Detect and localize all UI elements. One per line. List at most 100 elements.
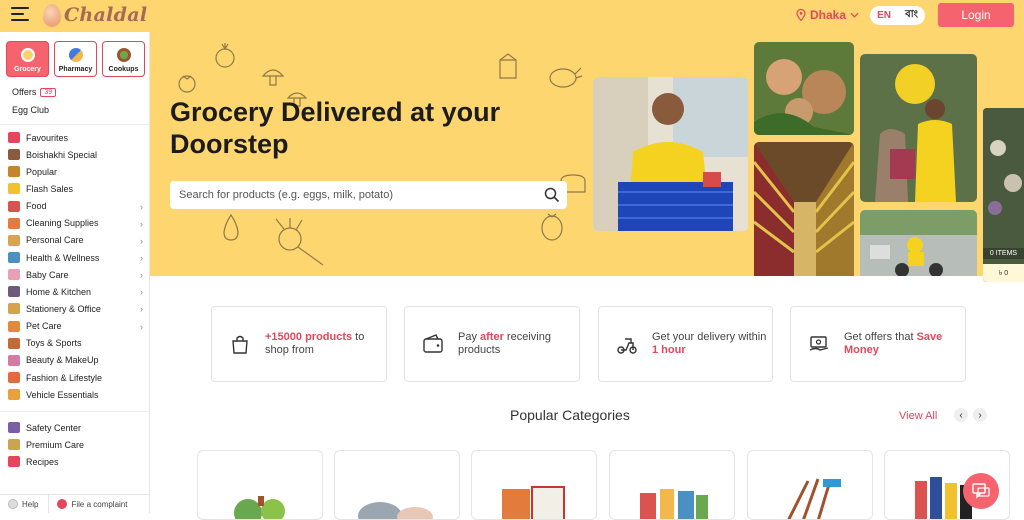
sidebar-item-stationery-office[interactable]: Stationery & Office › xyxy=(0,300,149,317)
delivery-scooter-icon xyxy=(617,338,637,354)
sidebar-divider xyxy=(0,124,149,125)
sidebar-nav-bottom: Safety Center Premium Care Recipes xyxy=(0,419,149,470)
search-icon[interactable] xyxy=(544,187,560,203)
sidebar-item-baby-care[interactable]: Baby Care › xyxy=(0,266,149,283)
sidebar-item-home-kitchen[interactable]: Home & Kitchen › xyxy=(0,283,149,300)
sidebar-item-fashion-lifestyle[interactable]: Fashion & Lifestyle xyxy=(0,369,149,386)
help-label: Help xyxy=(22,499,39,509)
feature-text-before: Pay xyxy=(458,331,481,343)
pill-icon xyxy=(68,48,83,62)
sidebar-item-pet-care[interactable]: Pet Care › xyxy=(0,318,149,335)
sidebar-item-safety-center[interactable]: Safety Center xyxy=(0,419,149,436)
chevron-right-icon: › xyxy=(140,287,143,298)
feature-card: +15000 products to shop from xyxy=(211,306,387,382)
sidebar-item-label: Favourites xyxy=(26,132,69,143)
hero-title: Grocery Delivered at your Doorstep xyxy=(170,97,501,159)
chicken-doodle-icon xyxy=(549,67,583,88)
map-pin-icon xyxy=(796,9,806,21)
sidebar-item-premium-care[interactable]: Premium Care xyxy=(0,436,149,453)
help-button[interactable]: Help xyxy=(0,495,38,513)
chat-support-button[interactable] xyxy=(963,473,999,509)
dish-icon xyxy=(116,48,131,62)
complaint-button[interactable]: File a complaint xyxy=(48,495,127,513)
category-icon xyxy=(8,286,20,298)
login-button[interactable]: Login xyxy=(938,3,1014,27)
sidebar-item-label: Baby Care xyxy=(26,269,69,280)
category-card-rice-staples[interactable] xyxy=(471,450,597,520)
meat-fish-image xyxy=(358,502,433,519)
category-icon xyxy=(8,354,20,366)
lang-bn[interactable]: বাং xyxy=(905,7,918,24)
grocery-tab-label: Grocery xyxy=(14,66,41,73)
sidebar-item-flash-sales[interactable]: Flash Sales xyxy=(0,180,149,197)
category-switcher: Grocery Pharmacy Cookups xyxy=(0,32,149,77)
sidebar-item-label: Fashion & Lifestyle xyxy=(26,372,103,383)
cookups-tab-label: Cookups xyxy=(108,66,139,73)
category-icon xyxy=(8,166,20,178)
sidebar-item-toys-sports[interactable]: Toys & Sports xyxy=(0,335,149,352)
cookups-tab[interactable]: Cookups xyxy=(102,41,145,77)
search-input[interactable] xyxy=(170,181,540,209)
category-icon xyxy=(8,200,20,212)
sidebar-item-recipes[interactable]: Recipes xyxy=(0,453,149,470)
floating-cart-button[interactable]: 0 ITEMS ৳ 0 xyxy=(983,108,1024,282)
grocery-icon xyxy=(20,48,35,62)
hero-banner: Grocery Delivered at your Doorstep xyxy=(150,32,1024,276)
pharmacy-tab[interactable]: Pharmacy xyxy=(54,41,97,77)
complaint-label: File a complaint xyxy=(71,499,128,509)
sidebar-item-label: Personal Care xyxy=(26,235,84,246)
logo-text: Chaldal xyxy=(64,4,148,26)
feature-text-before: Get offers that xyxy=(844,331,917,343)
chaldal-logo[interactable]: Chaldal xyxy=(43,2,147,28)
chevron-right-icon: › xyxy=(140,218,143,229)
carousel-prev-button[interactable]: ‹ xyxy=(954,408,968,422)
offers-link[interactable]: Offers 39 xyxy=(12,87,57,97)
grocery-tab[interactable]: Grocery xyxy=(6,41,49,77)
category-card-meat-fish[interactable] xyxy=(334,450,460,520)
feature-highlight: +15000 products xyxy=(265,331,353,343)
view-all-link[interactable]: View All xyxy=(899,410,937,422)
category-card-snacks[interactable] xyxy=(609,450,735,520)
popular-categories-title: Popular Categories xyxy=(510,407,630,423)
lang-en[interactable]: EN xyxy=(877,10,891,21)
sidebar-item-beauty-makeup[interactable]: Beauty & MakeUp xyxy=(0,352,149,369)
location-selector[interactable]: Dhaka xyxy=(796,8,859,22)
category-icon xyxy=(8,132,20,144)
sidebar-item-food[interactable]: Food › xyxy=(0,198,149,215)
vegetables-photo xyxy=(754,42,854,135)
category-icon xyxy=(8,337,20,349)
hamburger-menu-icon[interactable] xyxy=(11,7,29,23)
cart-total: ৳ 0 xyxy=(983,264,1024,282)
sidebar-item-favourites[interactable]: Favourites xyxy=(0,129,149,146)
category-icon xyxy=(8,234,20,246)
carousel-next-button[interactable]: › xyxy=(973,408,987,422)
cart-items-count: 0 ITEMS xyxy=(983,248,1024,259)
sidebar-item-label: Stationery & Office xyxy=(26,303,101,314)
sidebar-divider xyxy=(0,411,149,412)
sidebar-item-cleaning-supplies[interactable]: Cleaning Supplies › xyxy=(0,215,149,232)
sidebar-item-personal-care[interactable]: Personal Care › xyxy=(0,232,149,249)
chat-icon xyxy=(972,483,990,499)
sidebar-item-vehicle-essentials[interactable]: Vehicle Essentials xyxy=(0,386,149,403)
language-toggle[interactable]: EN বাং xyxy=(870,6,925,25)
sidebar-item-health-wellness[interactable]: Health & Wellness › xyxy=(0,249,149,266)
sidebar-item-boishakhi-special[interactable]: Boishakhi Special xyxy=(0,146,149,163)
feature-text: Pay after receiving products xyxy=(458,331,579,357)
category-icon xyxy=(8,456,20,468)
feature-text: Get your delivery within 1 hour xyxy=(652,331,772,357)
category-card-cleaning[interactable] xyxy=(747,450,873,520)
onion-doodle-icon xyxy=(215,43,235,68)
sidebar-item-label: Toys & Sports xyxy=(26,338,82,349)
sidebar-item-label: Beauty & MakeUp xyxy=(26,355,99,366)
egg-club-link[interactable]: Egg Club xyxy=(12,105,49,115)
sidebar-item-label: Cleaning Supplies xyxy=(26,218,99,229)
sidebar-item-popular[interactable]: Popular xyxy=(0,163,149,180)
category-icon xyxy=(8,149,20,161)
feature-text: +15000 products to shop from xyxy=(265,331,386,357)
category-card-vegetables[interactable] xyxy=(197,450,323,520)
sidebar: Grocery Pharmacy Cookups Offers 39 Egg C… xyxy=(0,32,150,513)
chevron-right-icon: › xyxy=(140,321,143,332)
sidebar-item-label: Food xyxy=(26,201,47,212)
wallet-icon xyxy=(423,334,443,353)
chevron-right-icon: › xyxy=(140,270,143,281)
